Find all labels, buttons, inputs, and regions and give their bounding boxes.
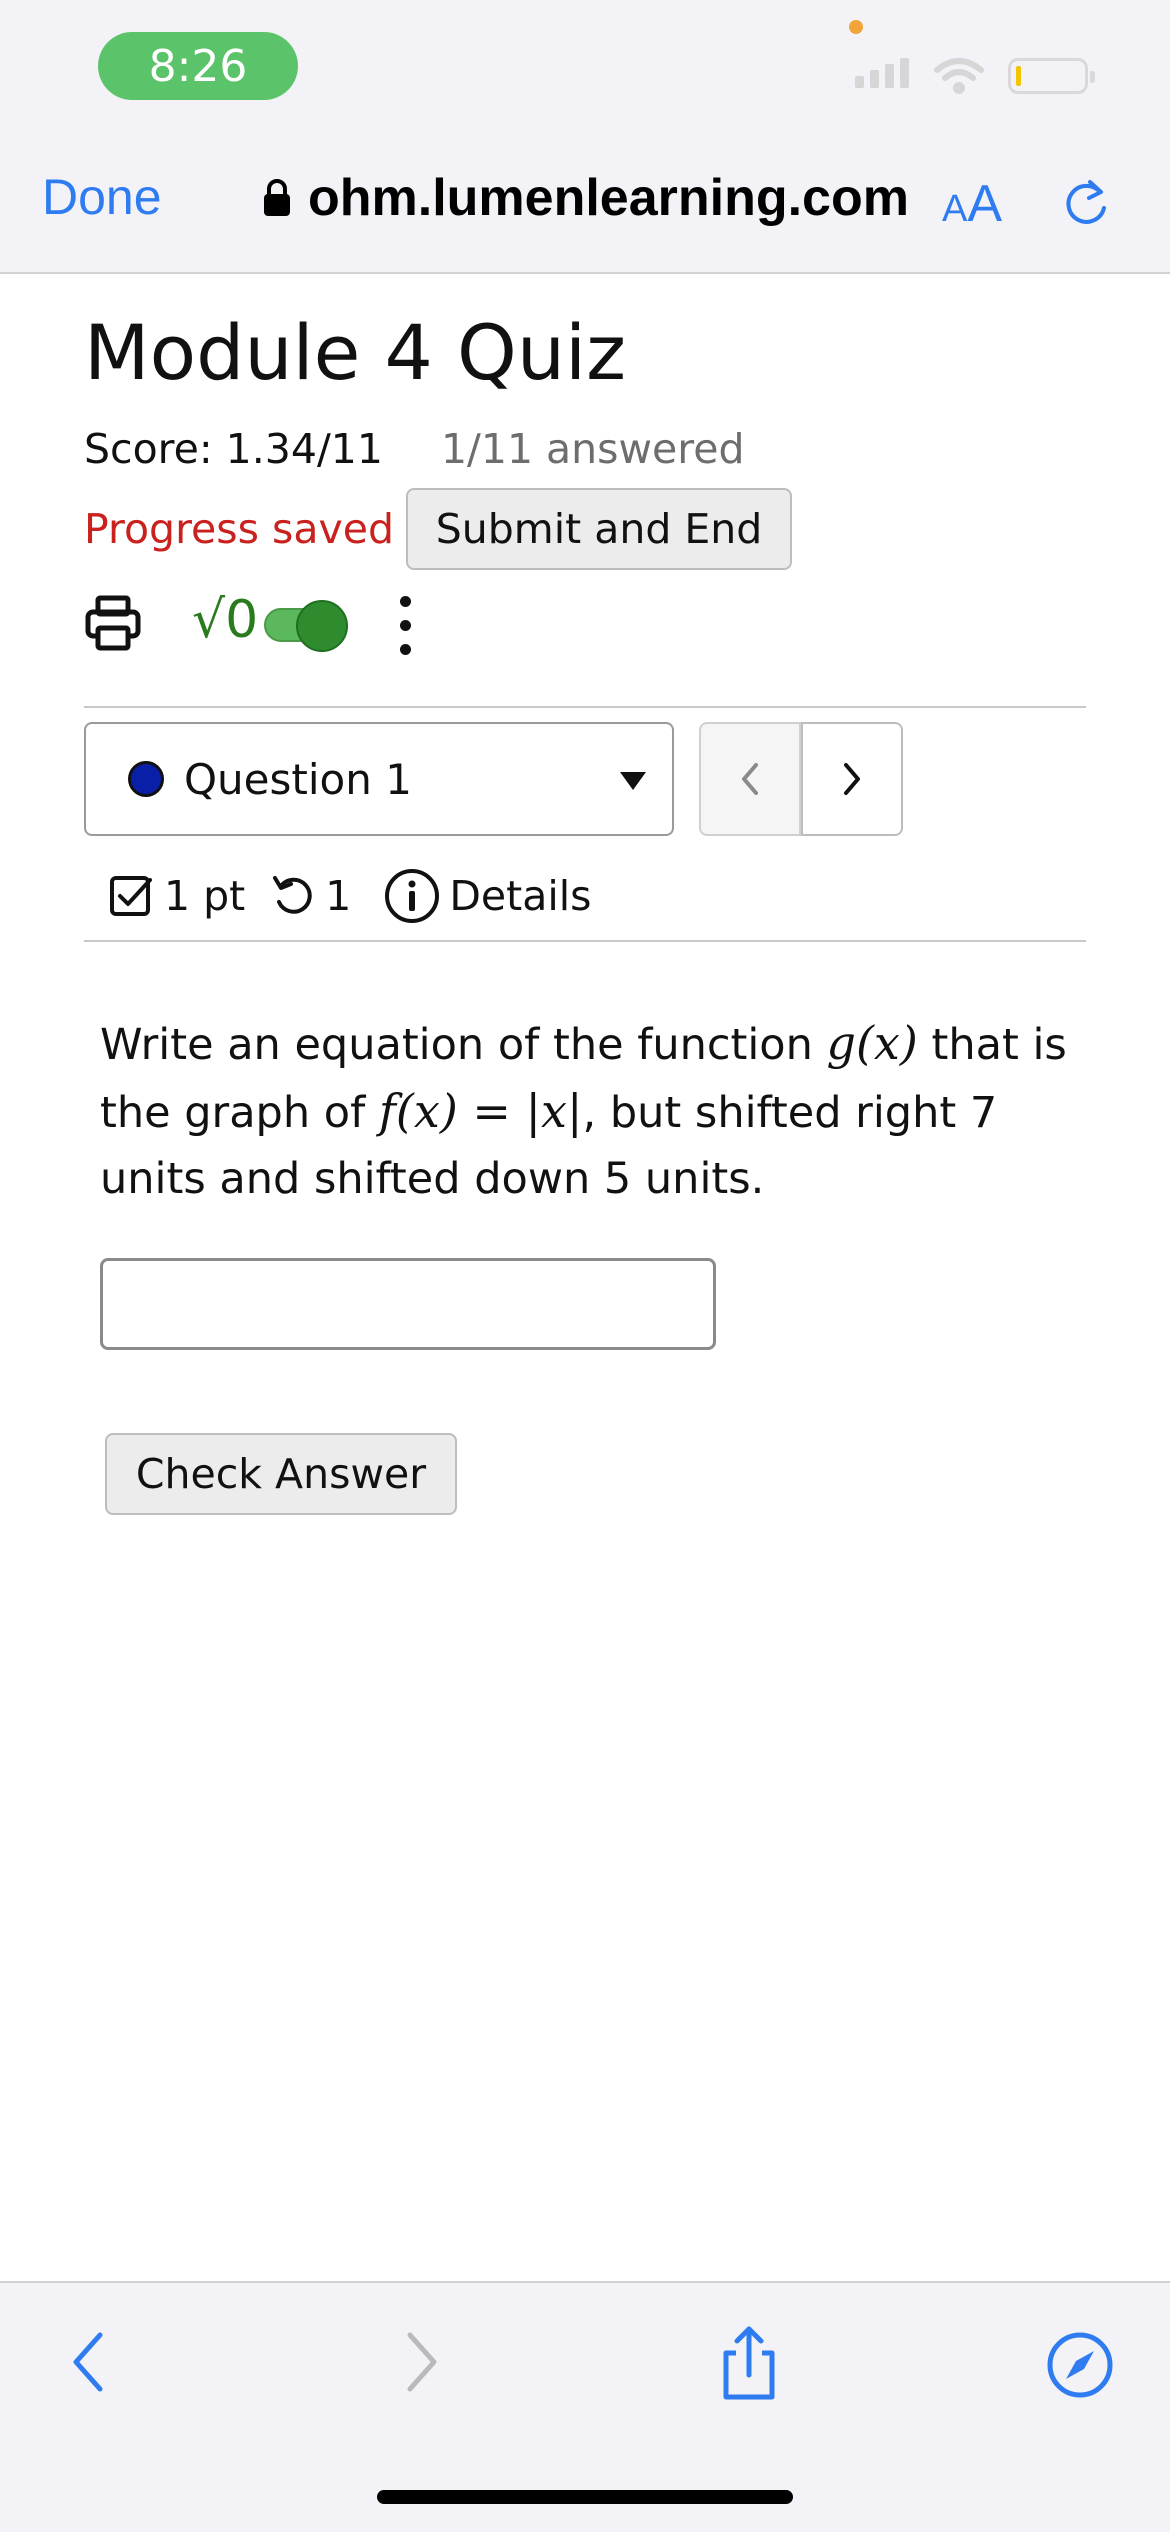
toggle-knob [296, 600, 348, 652]
checkbox-icon [110, 876, 152, 916]
mic-indicator-dot [849, 20, 863, 34]
home-indicator [377, 2490, 793, 2504]
score-row: Score: 1.34/11 1/11 answered [84, 425, 745, 473]
question-select[interactable]: Question 1 [84, 722, 674, 836]
next-question-button[interactable] [801, 722, 903, 836]
forward-icon[interactable] [400, 2327, 444, 2397]
info-icon [385, 869, 440, 923]
chevron-right-icon [844, 763, 860, 795]
cellular-signal-icon [855, 58, 909, 88]
attempts-count: 1 [325, 872, 352, 920]
question-prompt: Write an equation of the function g(x) t… [100, 1010, 1080, 1212]
print-icon[interactable] [84, 594, 142, 652]
address-bar[interactable]: ohm.lumenlearning.com [262, 168, 909, 228]
progress-saved-text: Progress saved [84, 505, 395, 553]
text-size-small-a: A [942, 188, 968, 230]
previous-question-button[interactable] [699, 722, 801, 836]
status-time: 8:26 [98, 32, 298, 100]
math-entry-toggle[interactable] [264, 600, 348, 652]
retry-icon [273, 876, 312, 914]
answered-count: 1/11 answered [440, 425, 745, 473]
quiz-tools: √0 [84, 590, 484, 660]
divider [84, 706, 1086, 708]
caret-down-icon [620, 772, 646, 790]
compass-icon[interactable] [1046, 2331, 1114, 2399]
details-toggle[interactable]: Details [383, 867, 591, 925]
url-text: ohm.lumenlearning.com [308, 169, 909, 227]
page-title: Module 4 Quiz [84, 308, 627, 397]
text-size-button[interactable]: AA [942, 174, 1002, 234]
done-button[interactable]: Done [42, 168, 162, 226]
question-select-label: Question 1 [184, 754, 412, 804]
reload-icon[interactable] [1060, 176, 1112, 232]
math-entry-icon: √0 [192, 590, 259, 650]
math-g-of-x: g(x) [826, 1016, 918, 1070]
check-answer-button[interactable]: Check Answer [105, 1433, 457, 1515]
battery-level [1016, 66, 1021, 86]
kebab-menu-icon[interactable] [400, 596, 412, 656]
lock-icon [264, 179, 290, 216]
submit-and-end-button[interactable]: Submit and End [406, 488, 793, 570]
question-meta: 1 pt 1 Details [108, 866, 591, 926]
progress-row: Progress saved Submit and End [84, 488, 793, 570]
score-text: Score: 1.34/11 [84, 425, 383, 473]
back-icon[interactable] [66, 2327, 110, 2397]
chevron-left-icon [742, 763, 758, 795]
divider [84, 940, 1086, 942]
browser-top-bar: Done ohm.lumenlearning.com AA [0, 140, 1170, 274]
share-icon[interactable] [718, 2323, 780, 2403]
question-status-dot [128, 761, 164, 797]
math-f-of-x: f(x) = |x| [378, 1084, 583, 1138]
answer-input[interactable] [100, 1258, 716, 1350]
question-pager [699, 722, 903, 836]
text-size-large-a: A [967, 175, 1003, 233]
battery-icon [1008, 58, 1095, 94]
details-label: Details [449, 872, 592, 920]
status-bar: 8:26 [0, 0, 1170, 140]
points-text: 1 pt [164, 872, 246, 920]
wifi-icon [934, 58, 984, 94]
question-text-part: Write an equation of the function [100, 1020, 827, 1070]
